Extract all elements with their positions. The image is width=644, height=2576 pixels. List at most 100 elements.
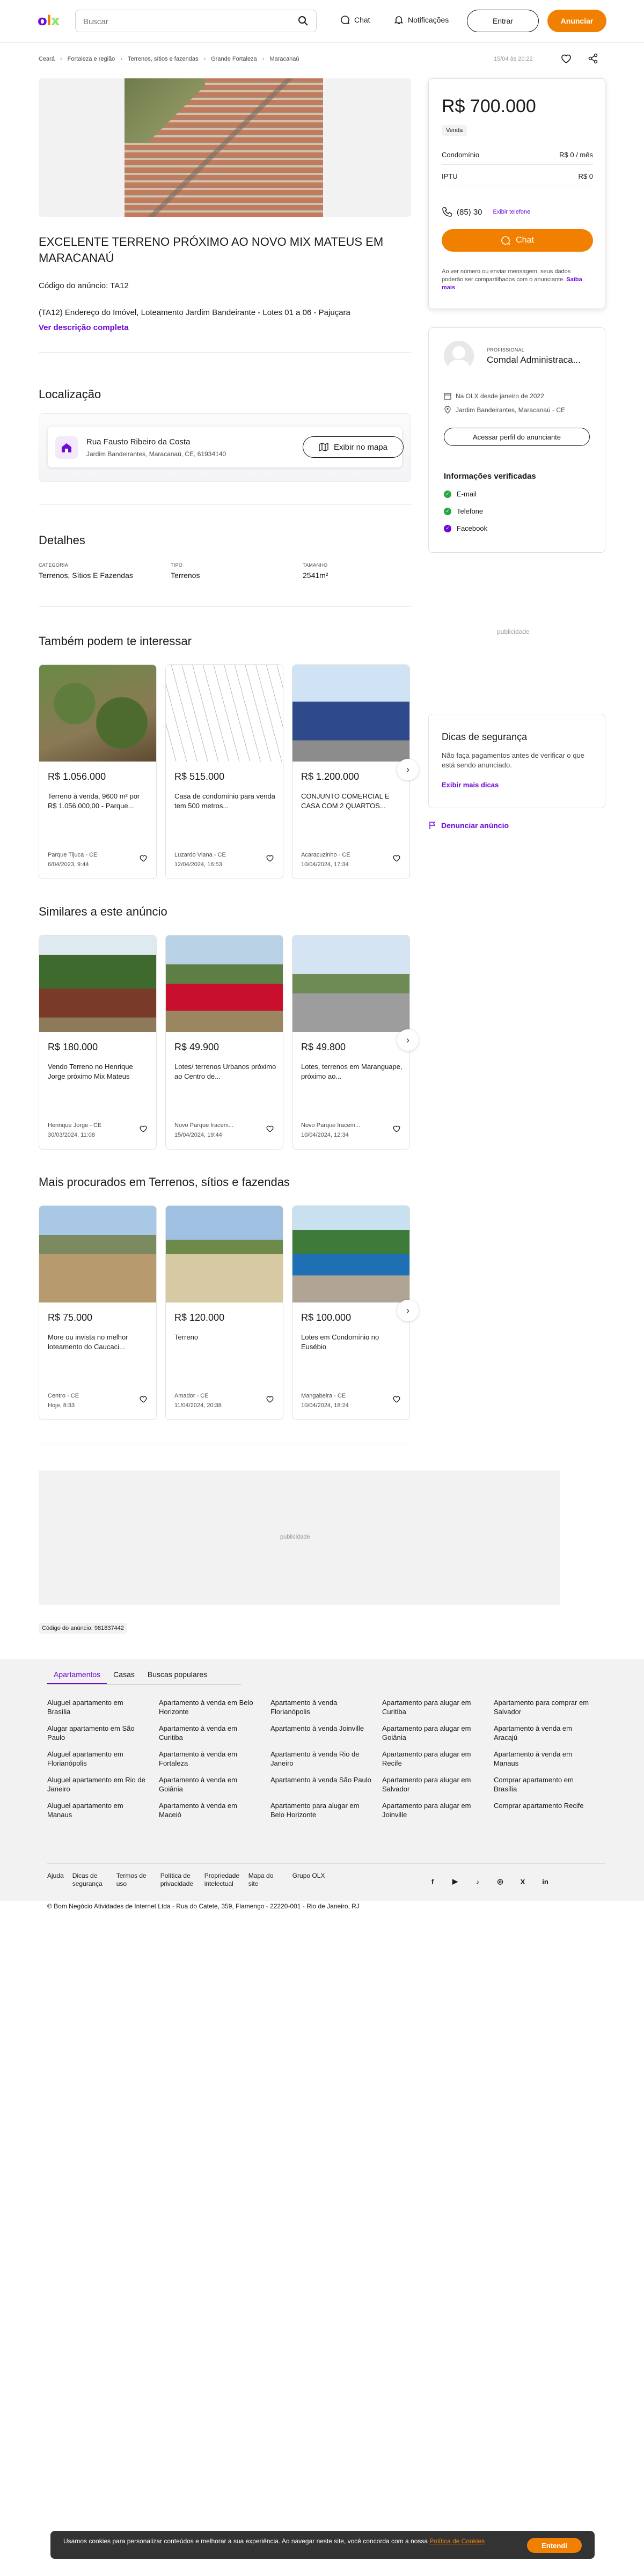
footer-bottom-link[interactable]: Termos de uso xyxy=(116,1872,152,1888)
show-phone-link[interactable]: Exibir telefone xyxy=(493,209,531,215)
heart-icon[interactable] xyxy=(139,1395,148,1403)
heart-icon[interactable] xyxy=(139,1124,148,1133)
footer-link[interactable]: Apartamento à venda em Aracajú xyxy=(494,1724,605,1742)
breadcrumb-item[interactable]: Fortaleza e região xyxy=(68,56,115,62)
breadcrumb-item[interactable]: Grande Fortaleza xyxy=(211,56,257,62)
login-button[interactable]: Entrar xyxy=(467,10,539,32)
heart-icon[interactable] xyxy=(139,854,148,862)
footer-bottom-link[interactable]: Ajuda xyxy=(47,1872,64,1888)
listing-price: R$ 700.000 xyxy=(442,96,536,116)
notifications-link[interactable]: Notificações xyxy=(394,15,449,25)
linkedin-icon[interactable]: in xyxy=(540,1876,551,1887)
instagram-icon[interactable]: ◎ xyxy=(495,1876,506,1887)
footer-link[interactable]: Apartamento para comprar em Salvador xyxy=(494,1698,605,1716)
footer-link[interactable]: Apartamento para alugar em Salvador xyxy=(382,1775,494,1794)
show-map-button[interactable]: Exibir no mapa xyxy=(303,436,404,458)
seller-profile-button[interactable]: Acessar perfil do anunciante xyxy=(444,428,590,446)
search-input[interactable] xyxy=(83,16,287,27)
facebook-icon[interactable]: f xyxy=(427,1876,438,1887)
listing-photo-vegetation xyxy=(125,78,205,143)
see-full-description-link[interactable]: Ver descrição completa xyxy=(39,323,129,332)
footer-link[interactable]: Apartamento à venda em Belo Horizonte xyxy=(159,1698,270,1716)
tab-buscas-populares[interactable]: Buscas populares xyxy=(141,1666,214,1685)
footer-link[interactable]: Apartamento para alugar em Joinville xyxy=(382,1801,494,1819)
footer-bottom-link[interactable]: Mapa do site xyxy=(248,1872,284,1888)
footer-link[interactable]: Aluguel apartamento em Brasília xyxy=(47,1698,159,1716)
house-icon xyxy=(55,436,78,459)
cookie-policy-link[interactable]: Política de Cookies xyxy=(429,2537,485,2545)
listing-card[interactable]: R$ 100.000 Lotes em Condomínio no Eusébi… xyxy=(292,1205,410,1420)
cookie-accept-button[interactable]: Entendi xyxy=(527,2538,582,2553)
footer-bottom-link[interactable]: Propriedade intelectual xyxy=(204,1872,240,1888)
footer-link[interactable]: Apartamento à venda Rio de Janeiro xyxy=(270,1750,382,1768)
heart-icon[interactable] xyxy=(392,854,401,862)
footer-link[interactable]: Aluguel apartamento em Manaus xyxy=(47,1801,159,1819)
chat-button[interactable]: Chat xyxy=(442,229,593,252)
share-icon[interactable] xyxy=(587,53,599,64)
listing-card[interactable]: R$ 1.056.000 Terreno à venda, 9600 m² po… xyxy=(39,664,157,879)
report-listing-link[interactable]: Denunciar anúncio xyxy=(428,821,509,830)
youtube-icon[interactable]: ▶ xyxy=(450,1876,460,1887)
footer-link[interactable]: Apartamento à venda em Manaus xyxy=(494,1750,605,1768)
footer-link[interactable]: Apartamento à venda em Curitiba xyxy=(159,1724,270,1742)
footer-link[interactable]: Apartamento à venda São Paulo xyxy=(270,1775,382,1794)
x-icon[interactable]: X xyxy=(517,1876,528,1887)
tiktok-icon[interactable]: ♪ xyxy=(472,1876,483,1887)
card-price: R$ 100.000 xyxy=(301,1312,352,1323)
map-icon xyxy=(319,442,328,452)
footer-link[interactable]: Apartamento à venda em Goiânia xyxy=(159,1775,270,1794)
footer-bottom-link[interactable]: Grupo OLX xyxy=(292,1872,325,1888)
footer-bottom-link[interactable]: Política de privacidade xyxy=(160,1872,196,1888)
announce-button[interactable]: Anunciar xyxy=(547,10,606,32)
heart-icon[interactable] xyxy=(392,1124,401,1133)
carousel-next-button[interactable]: › xyxy=(397,1300,419,1321)
footer-link[interactable]: Apartamento para alugar em Belo Horizont… xyxy=(270,1801,382,1819)
footer-link[interactable]: Apartamento à venda Joinville xyxy=(270,1724,382,1742)
footer-link[interactable]: Apartamento à venda Florianópolis xyxy=(270,1698,382,1716)
listing-card[interactable]: R$ 49.900 Lotes/ terrenos Urbanos próxim… xyxy=(165,935,283,1150)
footer-link[interactable]: Aluguel apartamento em Rio de Janeiro xyxy=(47,1775,159,1794)
photo-gallery[interactable] xyxy=(39,78,411,217)
search-box[interactable] xyxy=(75,10,317,32)
chat-link[interactable]: Chat xyxy=(340,15,370,25)
footer-link[interactable]: Apartamento à venda em Fortaleza xyxy=(159,1750,270,1768)
listing-card[interactable]: R$ 120.000 Terreno Amador - CE 11/04/202… xyxy=(165,1205,283,1420)
avatar[interactable] xyxy=(444,341,474,371)
tab-apartamentos[interactable]: Apartamentos xyxy=(47,1666,107,1685)
breadcrumb-item[interactable]: Maracanaú xyxy=(269,56,299,62)
heart-icon[interactable] xyxy=(266,1124,274,1133)
footer-link[interactable]: Comprar apartamento Recife xyxy=(494,1801,605,1819)
card-title: Terreno xyxy=(174,1333,199,1341)
chevron-right-icon: › xyxy=(262,56,265,62)
footer-link[interactable]: Apartamento à venda em Maceió xyxy=(159,1801,270,1819)
footer-bottom-link[interactable]: Dicas de segurança xyxy=(72,1872,108,1888)
breadcrumb-item[interactable]: Ceará xyxy=(39,56,55,62)
search-icon[interactable] xyxy=(298,16,309,26)
more-tips-link[interactable]: Exibir mais dicas xyxy=(442,781,499,789)
listing-card[interactable]: R$ 75.000 More ou invista no melhor lote… xyxy=(39,1205,157,1420)
footer-link[interactable]: Apartamento para alugar em Recife xyxy=(382,1750,494,1768)
footer-link[interactable]: Apartamento para alugar em Goiânia xyxy=(382,1724,494,1742)
carousel-next-button[interactable]: › xyxy=(397,759,419,780)
carousel-next-button[interactable]: › xyxy=(397,1029,419,1051)
listing-card[interactable]: R$ 49.800 Lotes, terrenos em Maranguape,… xyxy=(292,935,410,1150)
olx-logo[interactable]: olx xyxy=(38,13,60,29)
heart-icon[interactable] xyxy=(560,53,572,64)
chevron-right-icon: › xyxy=(60,56,62,62)
footer-link[interactable]: Alugar apartamento em São Paulo xyxy=(47,1724,159,1742)
heart-icon[interactable] xyxy=(392,1395,401,1403)
listing-card[interactable]: R$ 1.200.000 CONJUNTO COMERCIAL E CASA C… xyxy=(292,664,410,879)
ad-banner[interactable]: publicidade xyxy=(39,1470,560,1605)
listing-card[interactable]: R$ 180.000 Vendo Terreno no Henrique Jor… xyxy=(39,935,157,1150)
listing-card[interactable]: R$ 515.000 Casa de condomínio para venda… xyxy=(165,664,283,879)
tab-casas[interactable]: Casas xyxy=(107,1666,141,1685)
seller-name[interactable]: Comdal Administraca... xyxy=(487,355,594,365)
breadcrumb-item[interactable]: Terrenos, sítios e fazendas xyxy=(128,56,198,62)
footer-link[interactable]: Apartamento para alugar em Curitiba xyxy=(382,1698,494,1716)
footer-link[interactable]: Comprar apartamento em Brasília xyxy=(494,1775,605,1794)
card-location: Centro - CE xyxy=(48,1393,79,1399)
footer-link[interactable]: Aluguel apartamento em Florianópolis xyxy=(47,1750,159,1768)
heart-icon[interactable] xyxy=(266,1395,274,1403)
divider xyxy=(47,1684,241,1685)
heart-icon[interactable] xyxy=(266,854,274,862)
